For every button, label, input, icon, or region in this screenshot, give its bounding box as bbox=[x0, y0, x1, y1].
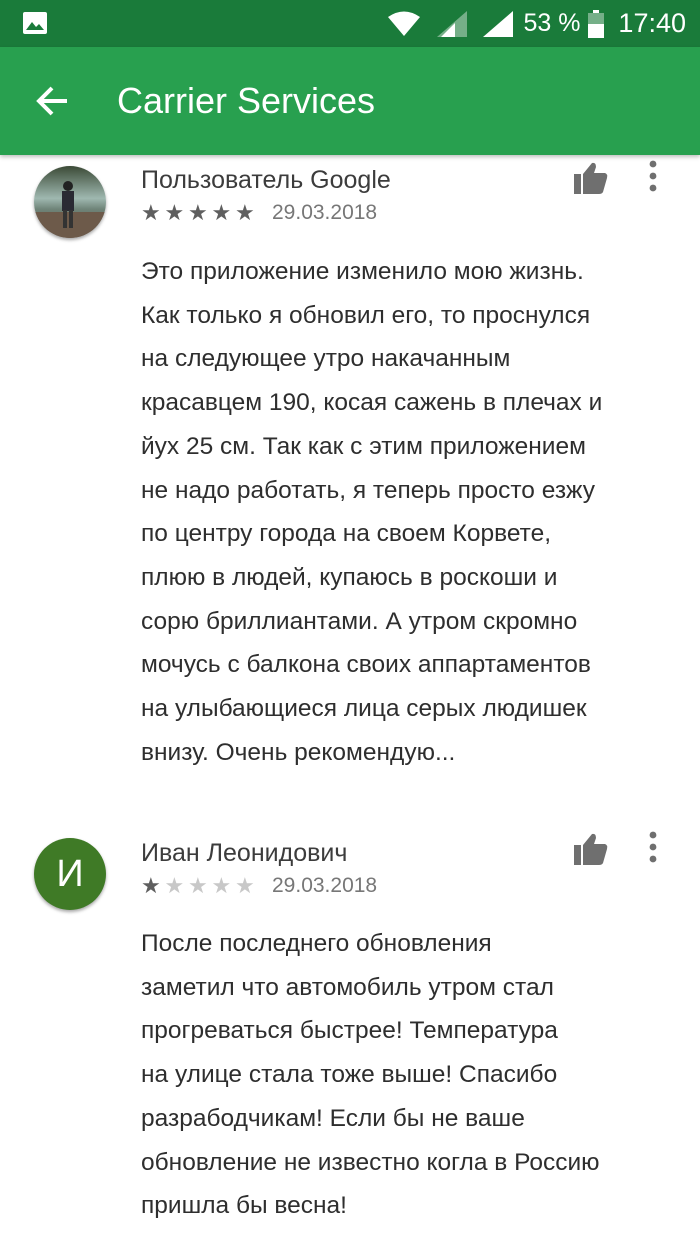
star-icon: ★ bbox=[188, 200, 208, 225]
review-line: красавцем 190, косая сажень в плечах и bbox=[141, 389, 603, 417]
review-line: пришла бы весна! bbox=[141, 1192, 347, 1220]
review-text: После последнего обновления заметил что … bbox=[141, 922, 681, 1228]
review-line: заметил что автомобиль утром стал bbox=[141, 973, 554, 1001]
review-line: внизу. Очень рекомендую... bbox=[141, 738, 456, 766]
thumbs-up-icon[interactable] bbox=[573, 161, 609, 195]
star-icon: ★ bbox=[211, 200, 232, 225]
rating-stars: ★ ★ ★ ★ ★ bbox=[141, 200, 259, 225]
app-bar: Carrier Services bbox=[0, 47, 700, 155]
more-options-icon[interactable] bbox=[641, 830, 665, 866]
review-date: 29.03.2018 bbox=[272, 201, 378, 224]
page-title: Carrier Services bbox=[117, 80, 376, 121]
signal-icon bbox=[483, 10, 514, 37]
review-author: Иван Леонидович bbox=[141, 839, 348, 867]
star-icon: ★ bbox=[164, 873, 185, 898]
battery-icon bbox=[588, 9, 605, 38]
wifi-icon bbox=[387, 10, 421, 38]
star-icon: ★ bbox=[235, 873, 255, 898]
review-text: Это приложение изменило мою жизнь. Как т… bbox=[141, 250, 681, 774]
signal-icon bbox=[437, 10, 468, 37]
review-line: После последнего обновления bbox=[141, 930, 492, 957]
review-line: на улице стала тоже выше! Спасибо bbox=[141, 1061, 558, 1089]
review-line: плюю в людей, купаюсь в роскоши и bbox=[141, 563, 558, 591]
review-author: Пользователь Google bbox=[141, 166, 391, 194]
status-bar: 53 % 17:40 bbox=[0, 0, 700, 47]
review-line: на улыбающиеся лица серых людишек bbox=[141, 695, 587, 723]
review-line: по центру города на своем Корвете, bbox=[141, 520, 552, 548]
review-line: обновление не известно когла в Россию bbox=[141, 1148, 600, 1176]
avatar[interactable] bbox=[34, 166, 106, 238]
review-line: йух 25 см. Так как с этим приложением bbox=[141, 432, 586, 460]
image-notification-icon bbox=[22, 11, 48, 35]
star-icon: ★ bbox=[188, 873, 208, 898]
review-line: на следующее утро накачанным bbox=[141, 345, 511, 373]
review-line: Как только я обновил его, то проснулся bbox=[141, 301, 591, 329]
thumbs-up-icon[interactable] bbox=[573, 832, 609, 866]
review-line: Это приложение изменило мою жизнь. bbox=[141, 258, 584, 285]
review-line: не надо работать, я теперь просто езжу bbox=[141, 476, 595, 504]
rating-stars: ★ ★ ★ ★ ★ bbox=[141, 873, 259, 898]
avatar[interactable]: И bbox=[34, 838, 106, 910]
arrow-back-icon[interactable] bbox=[34, 83, 70, 119]
more-options-icon[interactable] bbox=[641, 159, 665, 195]
review-date: 29.03.2018 bbox=[272, 874, 378, 897]
review-line: сорю бриллиантами. А утром скромно bbox=[141, 607, 578, 635]
star-icon: ★ bbox=[141, 873, 161, 898]
star-icon: ★ bbox=[141, 200, 161, 225]
star-icon: ★ bbox=[211, 873, 232, 898]
battery-percent: 53 % bbox=[523, 9, 581, 37]
review-line: разрабодчикам! Если бы не ваше bbox=[141, 1104, 525, 1132]
star-icon: ★ bbox=[235, 200, 255, 225]
clock: 17:40 bbox=[618, 8, 686, 38]
review-line: прогреваться быстрее! Температура bbox=[141, 1017, 558, 1045]
review-line: мочусь с балкона своих аппартаментов bbox=[141, 651, 591, 679]
star-icon: ★ bbox=[164, 200, 185, 225]
